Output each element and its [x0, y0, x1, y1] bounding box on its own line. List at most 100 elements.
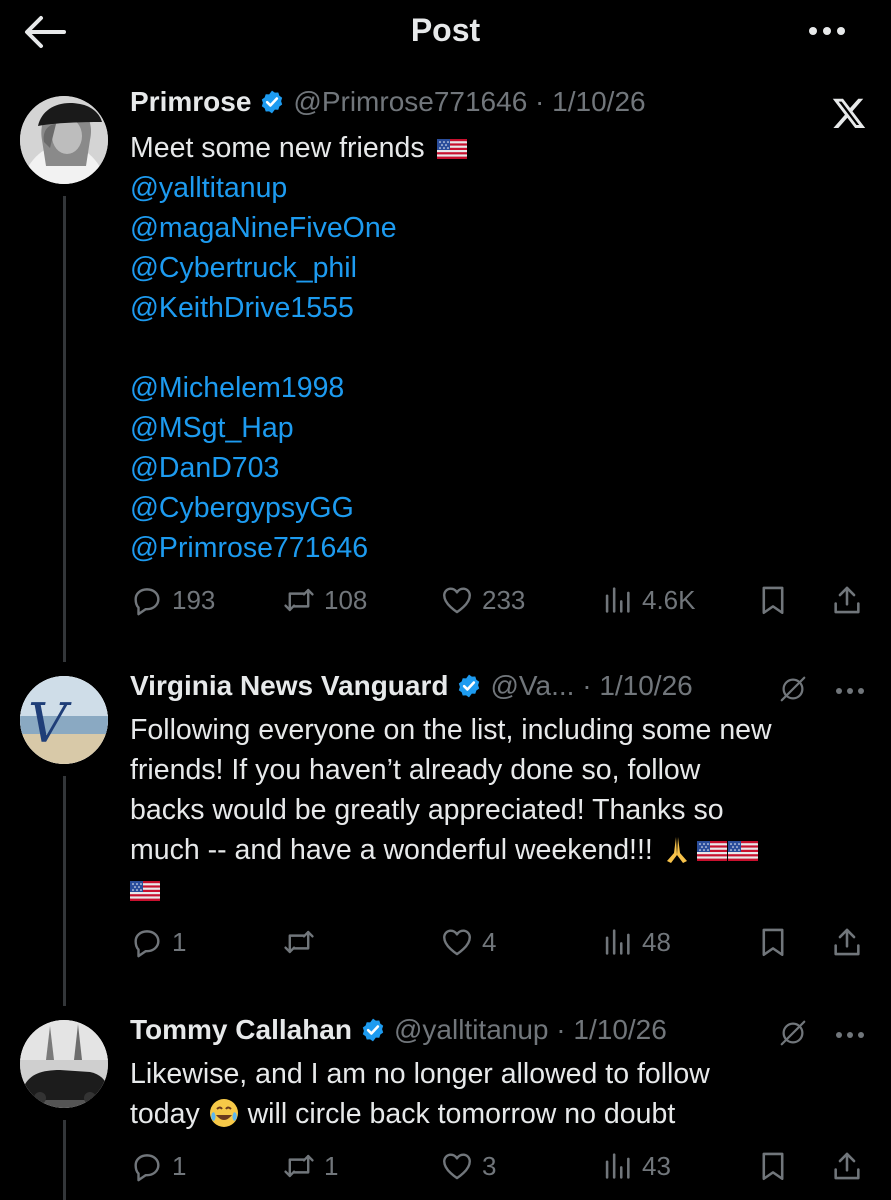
mention-link[interactable]: @magaNineFiveOne — [130, 208, 860, 248]
mention-link[interactable]: @yalltitanup — [130, 168, 860, 208]
bookmark-button[interactable] — [756, 580, 790, 620]
bookmark-button[interactable] — [756, 1146, 790, 1186]
views-count: 43 — [642, 1150, 671, 1181]
views-icon — [600, 925, 634, 959]
like-button[interactable]: 233 — [440, 580, 525, 620]
views-button[interactable]: 43 — [600, 1146, 671, 1186]
avatar[interactable] — [20, 96, 108, 184]
repost-button[interactable] — [282, 922, 324, 962]
author-handle[interactable]: @Primrose771646 — [293, 86, 527, 117]
like-button[interactable]: 4 — [440, 922, 496, 962]
bookmark-icon — [756, 925, 790, 959]
us-flag-icon — [437, 139, 467, 159]
separator-dot: · — [548, 1014, 574, 1045]
mention-link[interactable]: @MSgt_Hap — [130, 408, 860, 448]
reply-count: 193 — [172, 584, 216, 615]
repost-count: 1 — [324, 1150, 339, 1181]
reply-icon — [130, 925, 164, 959]
folded-hands-icon — [666, 837, 687, 863]
mention-link[interactable]: @KeithDrive1555 — [130, 288, 860, 328]
author-handle[interactable]: @yalltitanup — [394, 1014, 549, 1045]
views-button[interactable]: 48 — [600, 922, 671, 962]
bookmark-button[interactable] — [756, 922, 790, 962]
author-name[interactable]: Tommy Callahan — [130, 1014, 352, 1045]
us-flag-icon — [697, 841, 727, 861]
tears-of-joy-emoji-icon — [209, 1099, 238, 1127]
avatar[interactable]: V — [20, 676, 108, 764]
mention-link[interactable]: @CybergypsyGG — [130, 488, 860, 528]
post-date[interactable]: 1/10/26 — [599, 670, 692, 701]
verified-icon — [360, 1017, 386, 1043]
mention-link[interactable]: @Primrose771646 — [130, 528, 860, 568]
mention-link[interactable]: @DanD703 — [130, 448, 860, 488]
post-header: Virginia News Vanguard @Va... · 1/10/26 — [130, 670, 861, 706]
repost-button[interactable]: 108 — [282, 580, 367, 620]
reply-button[interactable]: 1 — [130, 922, 186, 962]
views-icon — [600, 583, 634, 617]
like-count: 3 — [482, 1150, 497, 1181]
views-button[interactable]: 4.6K — [600, 580, 696, 620]
post-text-line: Likewise, and I am no longer allowed to … — [130, 1058, 710, 1090]
post-date[interactable]: 1/10/26 — [573, 1014, 666, 1045]
views-count: 4.6K — [642, 584, 696, 615]
post-date[interactable]: 1/10/26 — [552, 86, 645, 117]
repost-button[interactable]: 1 — [282, 1146, 338, 1186]
reply-button[interactable]: 193 — [130, 580, 215, 620]
more-icon[interactable] — [832, 1028, 868, 1042]
like-icon — [440, 925, 474, 959]
author-name[interactable]: Primrose — [130, 86, 251, 117]
post-text-line: backs would be greatly appreciated! Than… — [130, 794, 724, 826]
reply-icon — [130, 583, 164, 617]
thread-line — [63, 196, 66, 662]
svg-text:V: V — [28, 692, 72, 755]
grok-icon[interactable] — [778, 1018, 808, 1048]
reply-icon — [130, 1149, 164, 1183]
post-body: Following everyone on the list, includin… — [130, 710, 860, 910]
like-count: 233 — [482, 584, 526, 615]
grok-icon[interactable] — [778, 674, 808, 704]
like-count: 4 — [482, 926, 497, 957]
share-button[interactable] — [830, 580, 864, 620]
repost-icon — [282, 925, 316, 959]
action-bar: 1 4 48 — [130, 922, 870, 962]
post-text-line: today will circle back tomorrow no doubt — [130, 1094, 860, 1134]
post-text-line: Following everyone on the list, includin… — [130, 714, 772, 746]
post-text: today — [130, 1098, 200, 1130]
like-icon — [440, 1149, 474, 1183]
separator-dot: · — [527, 86, 553, 117]
reply-button[interactable]: 1 — [130, 1146, 186, 1186]
post-body: Likewise, and I am no longer allowed to … — [130, 1054, 860, 1134]
share-button[interactable] — [830, 1146, 864, 1186]
views-count: 48 — [642, 926, 671, 957]
post-header: Primrose @Primrose771646 · 1/10/26 — [130, 86, 861, 122]
reply-count: 1 — [172, 926, 187, 957]
author-name[interactable]: Virginia News Vanguard — [130, 670, 448, 701]
post-text: much -- and have a wonderful weekend!!! — [130, 834, 653, 866]
repost-icon — [282, 583, 316, 617]
us-flag-icon — [130, 881, 160, 901]
bookmark-icon — [756, 1149, 790, 1183]
like-button[interactable]: 3 — [440, 1146, 496, 1186]
action-bar: 1 1 3 43 — [130, 1146, 870, 1186]
verified-icon — [456, 673, 482, 699]
mention-link[interactable]: @Michelem1998 — [130, 368, 860, 408]
post-body: Meet some new friends @yalltitanup @maga… — [130, 128, 860, 568]
author-handle[interactable]: @Va... — [490, 670, 574, 701]
reply-count: 1 — [172, 1150, 187, 1181]
share-icon — [830, 583, 864, 617]
more-icon[interactable] — [832, 684, 868, 698]
action-bar: 193 108 233 4.6K — [130, 580, 870, 620]
post-text-line: Meet some new friends — [130, 128, 860, 168]
post-text: will circle back tomorrow no doubt — [247, 1098, 676, 1130]
post-text-line: friends! If you haven’t already done so,… — [130, 754, 701, 786]
verified-icon — [259, 89, 285, 115]
share-icon — [830, 925, 864, 959]
bookmark-icon — [756, 583, 790, 617]
views-icon — [600, 1149, 634, 1183]
post-text: Meet some new friends — [130, 132, 425, 164]
share-button[interactable] — [830, 922, 864, 962]
repost-count: 108 — [324, 584, 368, 615]
mention-link[interactable]: @Cybertruck_phil — [130, 248, 860, 288]
avatar[interactable] — [20, 1020, 108, 1108]
